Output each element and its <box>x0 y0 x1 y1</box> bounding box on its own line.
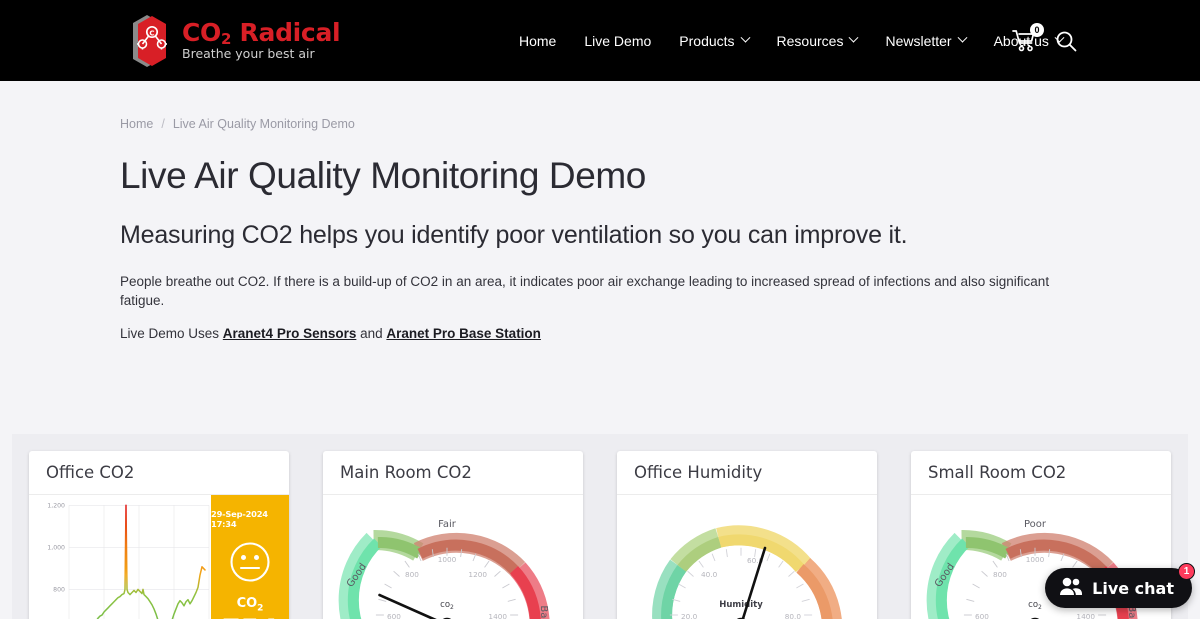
card-office-co2: Office CO2 1,200 1,000 800 29-Sep-2024 1… <box>12 434 306 619</box>
gauge-zone-right: Bad <box>538 605 549 619</box>
office-humidity-gauge[interactable]: 0.0 20.0 40.0 60.0 80.0 100.0 Humidity %… <box>617 495 877 619</box>
gauge-metric-label: co2 <box>440 600 454 611</box>
nav-label: Products <box>679 32 735 49</box>
svg-text:40.0: 40.0 <box>701 570 718 579</box>
nav-label: Home <box>519 32 557 49</box>
gauge-zone-top: Poor <box>1024 519 1047 530</box>
live-chat-badge: 1 <box>1178 563 1195 580</box>
page-content: Home / Live Air Quality Monitoring Demo … <box>0 81 1200 619</box>
nav-label: Newsletter <box>885 32 952 49</box>
logo-title-sub: 2 <box>221 30 232 49</box>
metric-value: 754 <box>222 616 278 619</box>
measurement-timestamp: 29-Sep-2024 17:34 <box>211 509 268 529</box>
site-logo[interactable]: C CO2 Radical Breathe your best air <box>120 13 341 69</box>
live-chat-label: Live chat <box>1092 578 1174 598</box>
nav-item-products[interactable]: Products <box>665 25 762 57</box>
gauge-metric-label: Humidity <box>719 600 763 610</box>
svg-text:600: 600 <box>387 612 401 619</box>
nav-item-newsletter[interactable]: Newsletter <box>871 25 979 57</box>
svg-text:800: 800 <box>53 586 65 593</box>
card-body: 1,200 1,000 800 600 400 08:00 12:00 <box>29 495 289 619</box>
main-room-co2-gauge[interactable]: 400 600 800 1000 1200 1400 1600 Fair Goo… <box>323 495 583 619</box>
demo-uses-line: Live Demo Uses Aranet4 Pro Sensors and A… <box>120 326 1200 341</box>
card-body: 0.0 20.0 40.0 60.0 80.0 100.0 Humidity %… <box>617 495 877 619</box>
svg-text:80.0: 80.0 <box>785 612 802 619</box>
dashboard-cards-row: Office CO2 1,200 1,000 800 29-Sep-2024 1… <box>0 434 1200 619</box>
svg-text:1400: 1400 <box>488 612 507 619</box>
people-icon <box>1059 576 1083 601</box>
neutral-face-icon <box>229 541 271 588</box>
card-header: Small Room CO2 <box>911 451 1171 495</box>
svg-text:800: 800 <box>405 570 419 579</box>
page-title: Live Air Quality Monitoring Demo <box>120 155 646 196</box>
gauge-metric-label: co2 <box>1028 600 1042 611</box>
logo-tagline: Breathe your best air <box>182 46 315 62</box>
breadcrumb-home[interactable]: Home <box>120 117 153 131</box>
site-header: C CO2 Radical Breathe your best air Home… <box>0 0 1200 81</box>
card-title: Office CO2 <box>46 463 135 482</box>
card-title: Main Room CO2 <box>340 463 472 482</box>
svg-text:C: C <box>149 29 154 37</box>
svg-text:800: 800 <box>993 570 1007 579</box>
metric-label: CO2 <box>237 596 264 614</box>
metric-label-main: CO <box>236 596 258 611</box>
chevron-down-icon <box>740 32 750 43</box>
svg-text:600: 600 <box>975 612 989 619</box>
nav-item-resources[interactable]: Resources <box>763 25 872 57</box>
svg-text:1000: 1000 <box>438 555 457 564</box>
breadcrumb-separator: / <box>161 117 165 131</box>
logo-title-main: CO <box>182 18 221 48</box>
card-body: 400 600 800 1000 1200 1400 1600 Fair Goo… <box>323 495 583 619</box>
card-header: Office CO2 <box>29 451 289 495</box>
card-main-room-co2: Main Room CO2 600 800 1000 1200 1400 Fai… <box>306 434 600 619</box>
card-title: Small Room CO2 <box>928 463 1067 482</box>
logo-title: CO2 Radical <box>182 18 341 49</box>
intro-paragraph: People breathe out CO2. If there is a bu… <box>120 274 1050 309</box>
card-header: Office Humidity <box>617 451 877 495</box>
search-button[interactable] <box>1054 29 1078 53</box>
nav-label: Resources <box>776 32 844 49</box>
office-co2-value-panel: 29-Sep-2024 17:34 CO2 754 <box>211 495 289 619</box>
svg-text:1,200: 1,200 <box>47 502 65 509</box>
logo-title-rest: Radical <box>231 18 341 48</box>
gauge-zone-top: Fair <box>438 519 457 530</box>
nav-item-home[interactable]: Home <box>505 25 570 57</box>
logo-hexagon-icon: C <box>120 13 176 69</box>
card-office-humidity: Office Humidity 20.0 40.0 60.0 80.0 Humi… <box>600 434 894 619</box>
uses-prefix: Live Demo Uses <box>120 326 223 342</box>
nav-item-live-demo[interactable]: Live Demo <box>570 25 665 57</box>
line-chart-svg: 1,200 1,000 800 600 400 08:00 12:00 <box>47 502 210 619</box>
svg-text:20.0: 20.0 <box>681 612 698 619</box>
header-icon-group: 0 <box>1012 22 1078 54</box>
svg-text:1000: 1000 <box>1026 555 1045 564</box>
uses-mid: and <box>356 326 387 342</box>
breadcrumb: Home / Live Air Quality Monitoring Demo <box>0 81 1200 131</box>
search-icon <box>1056 31 1077 51</box>
svg-text:1200: 1200 <box>468 570 487 579</box>
svg-text:1,000: 1,000 <box>47 544 65 551</box>
live-chat-button[interactable]: Live chat 1 <box>1045 563 1195 608</box>
chevron-down-icon <box>957 32 968 43</box>
office-co2-line-chart[interactable]: 1,200 1,000 800 600 400 08:00 12:00 <box>29 495 211 619</box>
main-navigation: Home Live Demo Products Resources Newsle… <box>505 25 1077 57</box>
svg-text:1400: 1400 <box>1076 612 1095 619</box>
cart-button[interactable]: 0 <box>1012 22 1044 54</box>
nav-label: Live Demo <box>584 32 652 49</box>
link-aranet4-pro-sensors[interactable]: Aranet4 Pro Sensors <box>223 326 357 341</box>
metric-label-sub: 2 <box>257 603 264 614</box>
page-subtitle: Measuring CO2 helps you identify poor ve… <box>120 221 908 249</box>
card-header: Main Room CO2 <box>323 451 583 495</box>
cart-count-badge: 0 <box>1030 22 1044 37</box>
breadcrumb-current: Live Air Quality Monitoring Demo <box>172 117 355 131</box>
card-title: Office Humidity <box>634 463 763 482</box>
link-aranet-pro-base-station[interactable]: Aranet Pro Base Station <box>386 326 541 341</box>
chevron-down-icon <box>849 32 859 43</box>
